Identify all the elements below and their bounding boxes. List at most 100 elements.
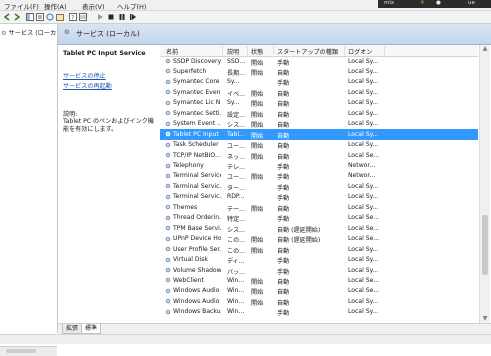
col-divider[interactable] <box>222 46 223 55</box>
table-row[interactable]: Symantec Core ... Sy... 手動 Local Sy... <box>160 77 478 87</box>
table-row[interactable]: Terminal Services ユー... 開始 手動 Networ... <box>160 171 478 181</box>
table-icon[interactable] <box>79 13 87 21</box>
service-gear-icon <box>165 288 171 296</box>
cell-desc: この... <box>227 237 245 245</box>
cell-name: WebClient <box>173 276 204 284</box>
table-row[interactable]: Volume Shadow... バッ... 手動 Local Sy... <box>160 265 478 276</box>
col-logon[interactable]: ログオン <box>348 47 372 56</box>
cell-status: 開始 <box>251 278 264 286</box>
menu-action[interactable]: 操作(A) <box>44 1 67 11</box>
cell-desc: シス... <box>227 122 245 130</box>
cell-logon: Local Sy... <box>348 203 379 211</box>
cell-logon: Local Sy... <box>348 308 379 316</box>
stop-icon[interactable] <box>107 13 115 21</box>
table-row[interactable]: Themes テー... 開始 自動 Local Sy... <box>160 202 478 213</box>
cell-startup: 手動 <box>277 258 290 266</box>
table-row[interactable]: Terminal Servic... RDP... 手動 Local Sy... <box>160 192 478 202</box>
scroll-down-arrow-icon[interactable]: ▼ <box>482 316 488 322</box>
table-row[interactable]: Windows Audio ... Win... 開始 自動 Local Sy... <box>160 296 478 307</box>
list-vscrollbar[interactable]: ▲ ▼ <box>479 45 490 323</box>
service-gear-icon <box>165 246 171 254</box>
cell-status: 開始 <box>251 122 264 130</box>
col-startup-type[interactable]: スタートアップの種類 <box>277 47 338 56</box>
table-row[interactable]: TCP/IP NetBIO... ネッ... 開始 自動 Local Se... <box>160 150 478 161</box>
cell-desc: シス... <box>227 226 245 234</box>
cell-startup: 手動 <box>277 216 290 224</box>
service-gear-icon <box>165 131 171 139</box>
col-divider[interactable] <box>247 46 248 55</box>
col-status[interactable]: 状態 <box>251 47 263 56</box>
restart-icon[interactable] <box>129 13 137 21</box>
cell-status: 開始 <box>251 101 264 109</box>
table-row[interactable]: Symantec Lic N... Sy... 開始 自動 Local Sy... <box>160 98 478 108</box>
cell-desc: RDP... <box>227 193 245 201</box>
menu-view[interactable]: 表示(V) <box>82 1 105 11</box>
table-row-selected[interactable]: Tablet PC Input ... Tabl... 開始 自動 Local Sy..… <box>160 129 478 140</box>
tray-user-icon: ● <box>436 0 441 6</box>
cell-desc: ディ... <box>227 258 245 266</box>
col-divider[interactable] <box>384 46 385 55</box>
selected-service-name: Tablet PC Input Service <box>63 50 146 57</box>
menu-help[interactable]: ヘルプ(H) <box>117 1 146 11</box>
cell-desc: この... <box>227 247 245 255</box>
description-label: 説明: <box>63 111 78 118</box>
service-gear-icon <box>165 100 171 108</box>
cell-desc: Win... <box>227 287 245 295</box>
cell-logon: Local Sy... <box>348 109 379 117</box>
stop-service-link[interactable]: サービスの停止 <box>63 71 106 80</box>
cell-logon: Local Sy... <box>348 57 379 65</box>
pause-icon[interactable] <box>118 13 126 21</box>
table-row[interactable]: Terminal Servic... ター... 手動 Local Sy... <box>160 181 478 192</box>
cell-logon: Local Se... <box>348 287 380 295</box>
table-row[interactable]: Telephony テレ... 手動 Networ... <box>160 161 478 171</box>
cell-name: Windows Backup <box>173 308 221 316</box>
col-description[interactable]: 説明 <box>227 47 239 56</box>
col-name[interactable]: 名前 <box>166 47 178 56</box>
cell-name: UPnP Device Host <box>173 235 221 243</box>
cell-status: 開始 <box>251 59 264 67</box>
properties-icon[interactable] <box>36 13 44 21</box>
tree-scroll-thumb[interactable] <box>6 349 36 353</box>
forward-icon[interactable] <box>13 13 21 21</box>
col-divider[interactable] <box>273 46 274 55</box>
table-row[interactable]: TPM Base Servi... シス... 自動 (遅延開始) Local Se.… <box>160 223 478 234</box>
table-row[interactable]: SSDP Discovery SSD... 開始 手動 Local Sy... <box>160 56 478 67</box>
cell-status: 開始 <box>251 143 264 151</box>
table-row[interactable]: Superfetch 長期... 開始 自動 Local Sy... <box>160 66 478 77</box>
cell-logon: Local Sy... <box>348 266 379 274</box>
table-row[interactable]: Windows Backup Win... 手動 Local Sy... <box>160 307 478 317</box>
tab-extended[interactable]: 拡張 <box>62 324 83 334</box>
table-row[interactable]: Symantec Even... イベ... 開始 自動 Local Sy... <box>160 87 478 98</box>
col-divider[interactable] <box>344 46 345 55</box>
list-scroll-thumb[interactable] <box>482 215 488 275</box>
table-row[interactable]: Symantec Setti... 設定... 開始 自動 Local Sy... <box>160 108 478 119</box>
table-row[interactable]: User Profile Ser... この... 開始 自動 Local Sy... <box>160 244 478 255</box>
tab-standard[interactable]: 標準 <box>81 324 102 334</box>
table-row[interactable]: Thread Orderin... 特定... 手動 Local Se... <box>160 213 478 223</box>
start-icon[interactable] <box>96 13 104 21</box>
cell-logon: Local Sy... <box>348 67 379 75</box>
menu-file[interactable]: ファイル(F) <box>4 1 39 11</box>
cell-logon: Local Sy... <box>348 88 379 96</box>
tree-hscrollbar[interactable] <box>0 346 57 356</box>
refresh-icon[interactable] <box>46 13 54 21</box>
table-row[interactable]: WebClient Win... 開始 自動 Local Se... <box>160 275 478 286</box>
back-icon[interactable] <box>3 13 11 21</box>
table-row[interactable]: UPnP Device Host この... 開始 自動 (遅延開始) Local Se… <box>160 234 478 244</box>
table-row[interactable]: Task Scheduler ユー... 開始 自動 Local Sy... <box>160 140 478 150</box>
cell-status: 開始 <box>251 299 264 307</box>
tree-item-services[interactable]: ⚙ サービス (ローカ <box>1 28 56 37</box>
restart-service-link[interactable]: サービスの再起動 <box>63 81 112 90</box>
services-header-title: サービス (ローカル) <box>76 30 140 38</box>
cell-startup: 自動 (遅延開始) <box>277 226 321 234</box>
table-row[interactable]: System Event ... シス... 開始 自動 Local Sy... <box>160 119 478 129</box>
cell-logon: Local Sy... <box>348 78 379 86</box>
cell-name: Task Scheduler <box>173 141 219 149</box>
cell-startup: 自動 <box>277 122 290 130</box>
console-tree-icon[interactable] <box>26 13 34 21</box>
scroll-up-arrow-icon[interactable]: ▲ <box>482 46 488 52</box>
table-row[interactable]: Windows Audio Win... 開始 自動 Local Se... <box>160 286 478 296</box>
export-icon[interactable] <box>56 13 64 21</box>
help-icon[interactable]: ? <box>69 13 77 21</box>
table-row[interactable]: Virtual Disk ディ... 手動 Local Sy... <box>160 255 478 265</box>
